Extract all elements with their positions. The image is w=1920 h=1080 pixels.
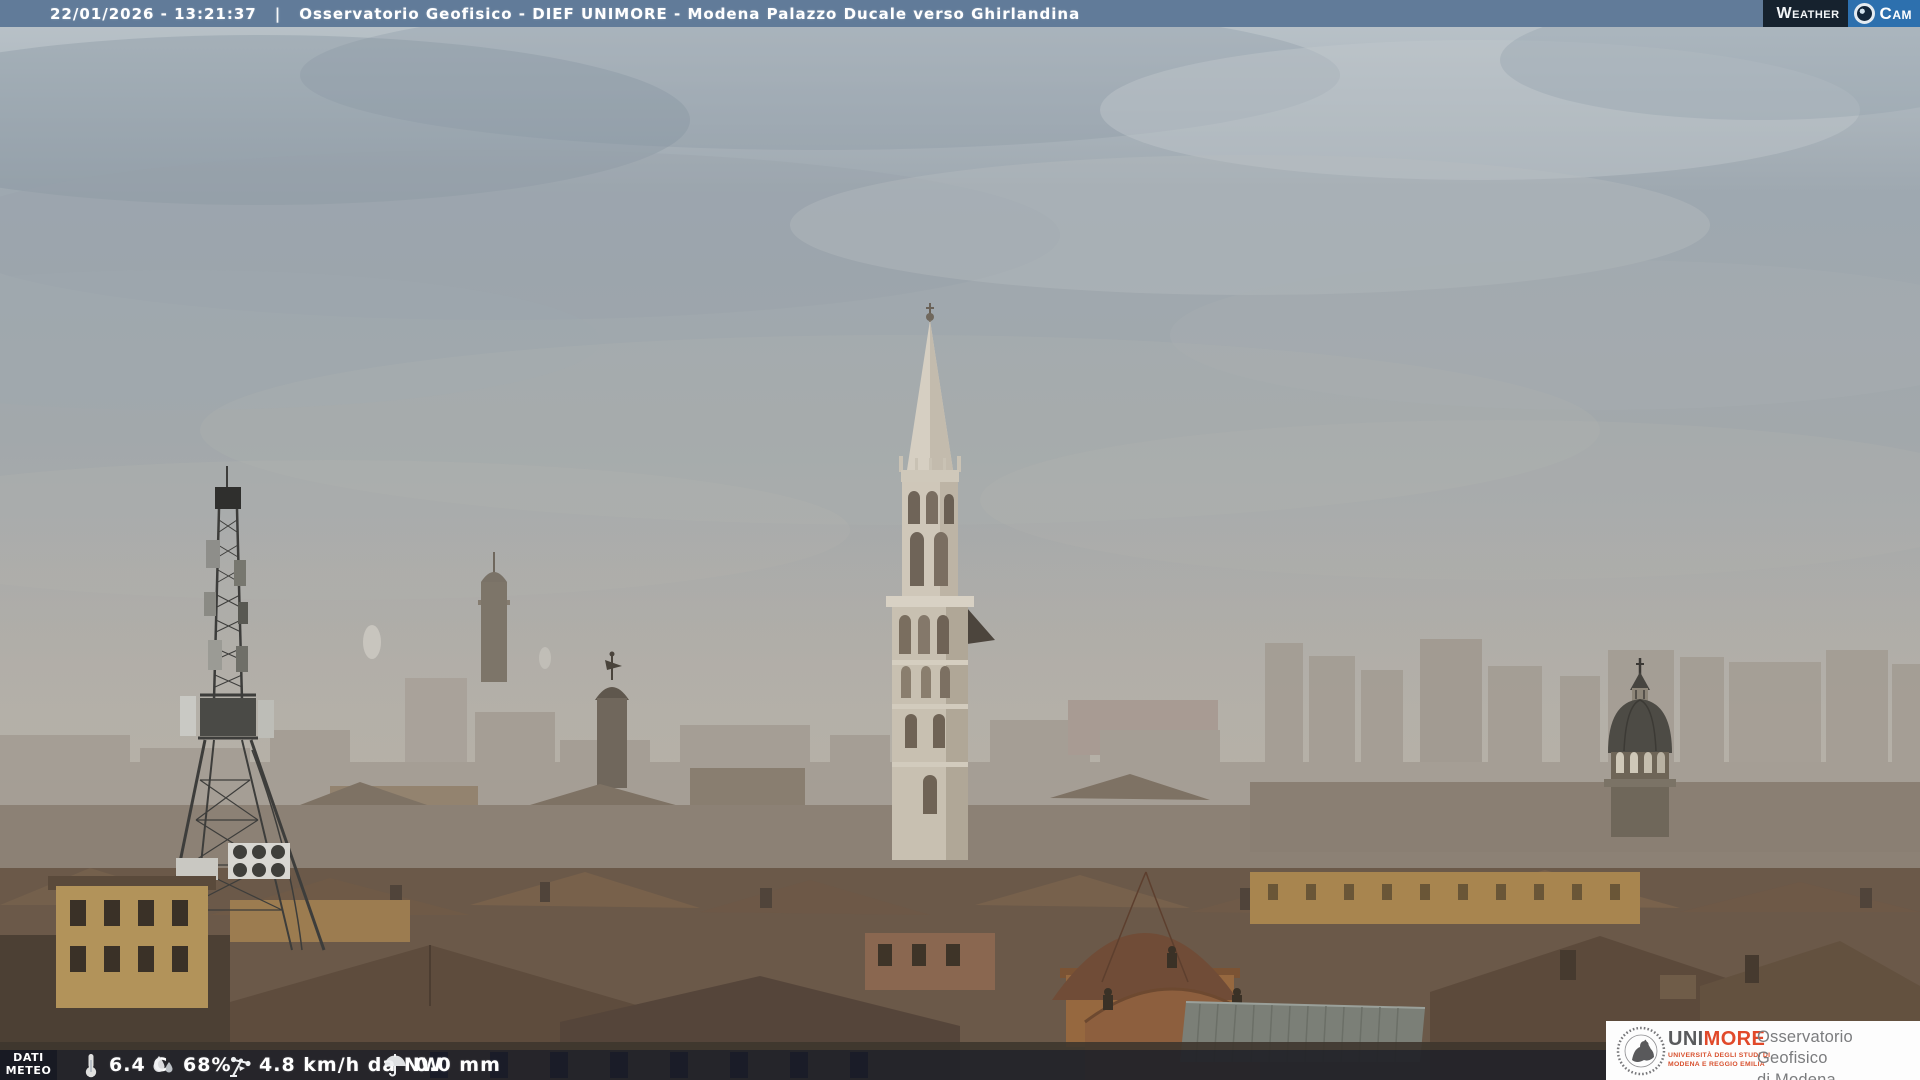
umbrella-icon [384,1054,406,1077]
unimore-uni-text: UNI [1668,1028,1704,1050]
observatory-line1: Osservatorio Geofisico [1757,1028,1853,1068]
weathercam-logo: Weather Cam [1762,0,1920,27]
unimore-logotype: UNIMORE UNIVERSITÀ DEGLI STUDI DI MODENA… [1668,1029,1770,1070]
observatory-name: Osservatorio Geofisico di Modena [1757,1027,1920,1080]
camera-title: Osservatorio Geofisico - DIEF UNIMORE - … [299,4,1081,23]
weathercam-cam-panel: Cam [1847,0,1920,27]
weathercam-weather-label: Weather [1762,0,1848,27]
timestamp: 22/01/2026 - 13:21:37 [50,4,257,23]
webcam-frame: 22/01/2026 - 13:21:37 | Osservatorio Geo… [0,0,1920,1080]
thermometer-icon [85,1054,97,1078]
weathercam-cam-label: Cam [1879,3,1912,23]
separator: | [274,4,282,23]
dati-meteo-label: DATI METEO [0,1050,57,1080]
humidity-reading: 68% [150,1050,231,1080]
precipitation-reading: 0.0 mm [382,1050,501,1080]
top-info-bar: 22/01/2026 - 13:21:37 | Osservatorio Geo… [0,0,1920,27]
anemometer-icon [230,1056,251,1077]
university-name-line2: MODENA E REGGIO EMILIA [1668,1060,1765,1068]
observatory-line2: di Modena [1757,1070,1836,1080]
unimore-seal-icon [1616,1026,1666,1076]
camera-lens-icon [1853,3,1875,24]
droplets-icon [153,1056,173,1073]
university-name-line1: UNIVERSITÀ DEGLI STUDI DI [1668,1052,1771,1059]
unimore-brand-box: UNIMORE UNIVERSITÀ DEGLI STUDI DI MODENA… [1606,1021,1920,1080]
webcam-photo [0,0,1920,1080]
